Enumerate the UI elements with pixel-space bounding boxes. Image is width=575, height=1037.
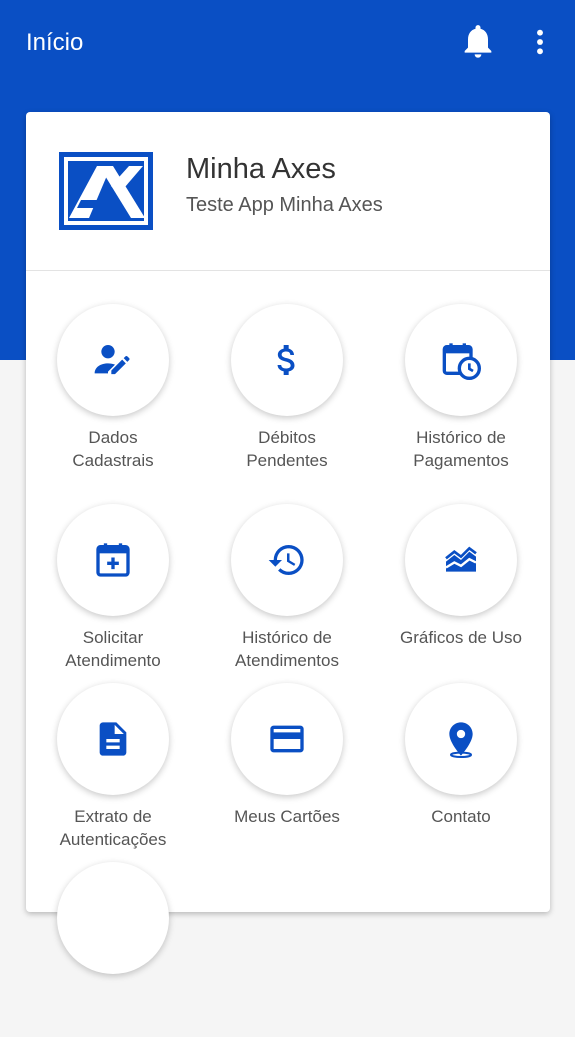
tile-label-line1: Extrato de (74, 807, 152, 826)
main-card: Minha Axes Teste App Minha Axes Dados Ca… (26, 112, 550, 974)
tile-historico-atendimentos[interactable]: Histórico de Atendimentos (200, 504, 374, 679)
history-icon (268, 545, 304, 575)
tile-button[interactable] (231, 504, 343, 616)
tile-label: Contato (374, 805, 548, 828)
tile-label-line2: Pendentes (246, 451, 328, 470)
tile-button[interactable] (405, 504, 517, 616)
tile-extrato-autenticacoes[interactable]: Extrato de Autenticações (26, 683, 200, 858)
tile-label-line2: Atendimento (65, 651, 161, 670)
tile-label-line2: Pagamentos (413, 451, 509, 470)
location-pin-icon (449, 722, 473, 759)
app-subtitle: Teste App Minha Axes (186, 194, 383, 216)
calendar-clock-icon (442, 343, 481, 380)
app-name: Minha Axes (186, 153, 336, 185)
tile-button[interactable] (405, 304, 517, 416)
tile-label-line1: Contato (431, 807, 491, 826)
tile-label-line2: Cadastrais (72, 451, 154, 470)
tile-label: Meus Cartões (200, 805, 374, 828)
page-title: Início (26, 29, 84, 56)
area-chart-icon (445, 546, 477, 572)
tile-button[interactable] (231, 304, 343, 416)
credit-card-icon (270, 725, 304, 753)
axes-logo (59, 152, 153, 230)
tile-button[interactable] (57, 683, 169, 795)
calendar-plus-icon (96, 543, 130, 577)
tile-graficos-uso[interactable]: Gráficos de Uso (374, 504, 548, 679)
tile-label-line1: Solicitar (82, 628, 144, 647)
tile-dados-cadastrais[interactable]: Dados Cadastrais (26, 304, 200, 479)
tile-button[interactable] (57, 304, 169, 416)
tile-partial[interactable] (26, 862, 200, 1037)
edit-user-icon (94, 345, 130, 375)
tile-button[interactable] (57, 504, 169, 616)
tile-label-line1: Débitos (258, 428, 316, 447)
tile-button[interactable] (405, 683, 517, 795)
tile-button[interactable] (231, 683, 343, 795)
tile-label: Dados Cadastrais (26, 426, 200, 472)
tile-label: Débitos Pendentes (200, 426, 374, 472)
app-bar-row: Início (0, 0, 575, 88)
tile-label-line1: Dados (88, 428, 138, 447)
tile-label: Solicitar Atendimento (26, 626, 200, 672)
tile-contato[interactable]: Contato (374, 683, 548, 858)
card-header: Minha Axes Teste App Minha Axes (26, 112, 550, 271)
tile-label-line1: Histórico de (242, 628, 332, 647)
tile-label: Histórico de Pagamentos (374, 426, 548, 472)
document-icon (99, 722, 127, 756)
tile-label: Histórico de Atendimentos (200, 626, 374, 672)
tile-historico-pagamentos[interactable]: Histórico de Pagamentos (374, 304, 548, 479)
tile-label-line1: Histórico de (416, 428, 506, 447)
tile-label-line2: Atendimentos (235, 651, 339, 670)
tile-label-line1: Gráficos de Uso (400, 628, 522, 647)
tile-label: Extrato de Autenticações (26, 805, 200, 851)
bell-icon[interactable] (458, 18, 498, 64)
more-vert-icon[interactable] (524, 22, 556, 62)
tile-button[interactable] (57, 862, 169, 974)
tile-label: Gráficos de Uso (374, 626, 548, 649)
tile-solicitar-atendimento[interactable]: Solicitar Atendimento (26, 504, 200, 679)
tile-label-line2: Autenticações (59, 830, 167, 849)
tile-label-line1: Meus Cartões (234, 807, 340, 826)
dollar-icon (277, 345, 295, 375)
tile-meus-cartoes[interactable]: Meus Cartões (200, 683, 374, 858)
tile-debitos-pendentes[interactable]: Débitos Pendentes (200, 304, 374, 479)
